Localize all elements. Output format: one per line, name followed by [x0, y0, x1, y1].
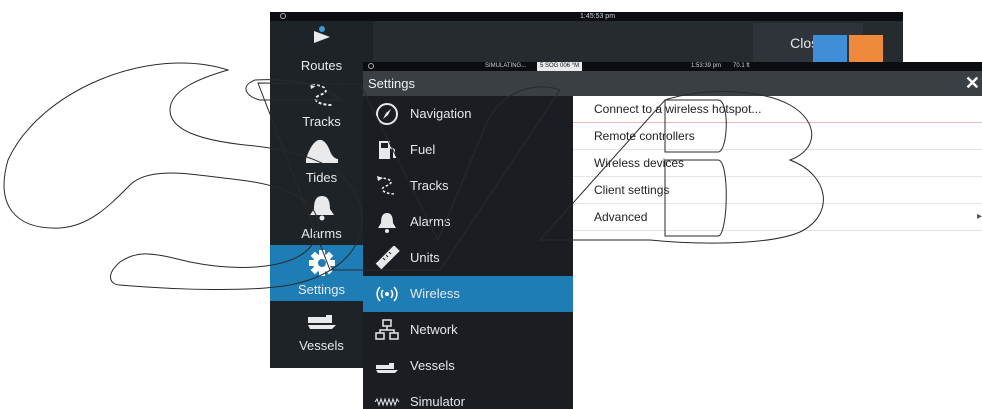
decorative-b-upper-counter — [664, 99, 727, 153]
decorative-b-lower-counter — [664, 159, 727, 237]
decorative-v-outline — [257, 82, 561, 271]
outline-overlay — [3, 62, 824, 291]
decorative-b-outline — [538, 91, 824, 244]
decorative-s-outline — [3, 62, 363, 291]
